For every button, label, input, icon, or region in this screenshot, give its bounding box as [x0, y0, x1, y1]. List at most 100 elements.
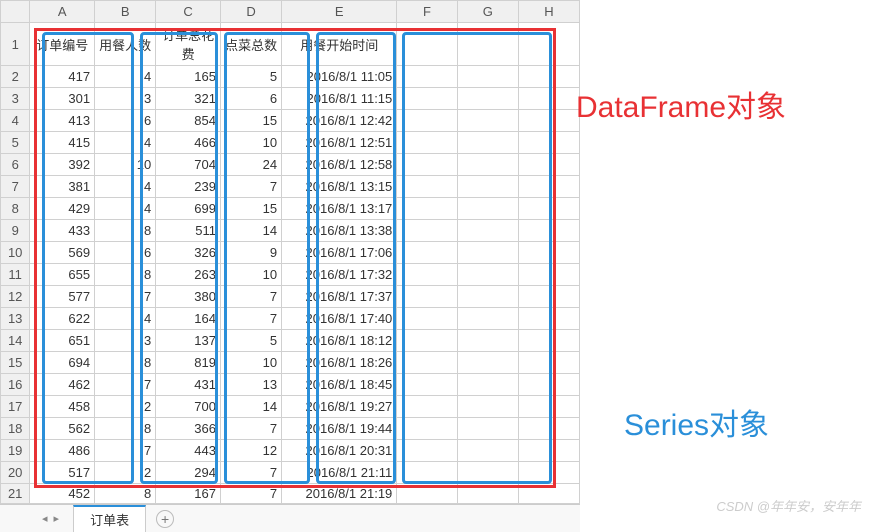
cell[interactable]: 452: [30, 484, 95, 504]
cell[interactable]: 10: [221, 264, 282, 286]
cell[interactable]: [397, 264, 458, 286]
cell[interactable]: [397, 352, 458, 374]
corner-cell[interactable]: [1, 1, 30, 23]
tab-nav-first-icon[interactable]: ◂: [40, 512, 50, 525]
cell[interactable]: [457, 154, 518, 176]
row-header[interactable]: 21: [1, 484, 30, 504]
cell[interactable]: 392: [30, 154, 95, 176]
row-header[interactable]: 12: [1, 286, 30, 308]
cell[interactable]: 2016/8/1 19:44: [282, 418, 397, 440]
cell[interactable]: [457, 440, 518, 462]
cell[interactable]: [457, 352, 518, 374]
cell[interactable]: 10: [221, 352, 282, 374]
cell[interactable]: [397, 330, 458, 352]
row-header[interactable]: 6: [1, 154, 30, 176]
cell[interactable]: 2016/8/1 13:17: [282, 198, 397, 220]
cell[interactable]: 4: [95, 66, 156, 88]
cell[interactable]: 2016/8/1 17:37: [282, 286, 397, 308]
cell[interactable]: [518, 88, 579, 110]
row-header[interactable]: 3: [1, 88, 30, 110]
col-header-a[interactable]: A: [30, 1, 95, 23]
sheet-tab-active[interactable]: 订单表: [73, 505, 146, 532]
cell[interactable]: 2016/8/1 11:15: [282, 88, 397, 110]
cell[interactable]: 301: [30, 88, 95, 110]
cell[interactable]: [457, 176, 518, 198]
cell[interactable]: 517: [30, 462, 95, 484]
cell[interactable]: 9: [221, 242, 282, 264]
cell[interactable]: 8: [95, 220, 156, 242]
add-sheet-button[interactable]: +: [156, 510, 174, 528]
cell[interactable]: 2016/8/1 13:38: [282, 220, 397, 242]
cell[interactable]: 3: [95, 330, 156, 352]
cell[interactable]: [457, 418, 518, 440]
row-header[interactable]: 4: [1, 110, 30, 132]
cell[interactable]: [457, 330, 518, 352]
cell[interactable]: [397, 374, 458, 396]
cell[interactable]: [397, 308, 458, 330]
cell[interactable]: [518, 374, 579, 396]
cell[interactable]: [518, 440, 579, 462]
row-header[interactable]: 16: [1, 374, 30, 396]
cell[interactable]: 7: [221, 308, 282, 330]
cell[interactable]: [397, 396, 458, 418]
cell[interactable]: [397, 484, 458, 504]
cell[interactable]: 413: [30, 110, 95, 132]
row-header[interactable]: 17: [1, 396, 30, 418]
cell[interactable]: 7: [221, 462, 282, 484]
cell[interactable]: 854: [156, 110, 221, 132]
cell[interactable]: [457, 132, 518, 154]
cell[interactable]: 3: [95, 88, 156, 110]
row-header[interactable]: 15: [1, 352, 30, 374]
cell[interactable]: [518, 198, 579, 220]
cell[interactable]: 8: [95, 418, 156, 440]
cell[interactable]: [457, 66, 518, 88]
cell[interactable]: 4: [95, 176, 156, 198]
cell[interactable]: 13: [221, 374, 282, 396]
cell[interactable]: 431: [156, 374, 221, 396]
cell[interactable]: [457, 23, 518, 66]
cell[interactable]: 700: [156, 396, 221, 418]
col-header-e[interactable]: E: [282, 1, 397, 23]
cell[interactable]: 366: [156, 418, 221, 440]
cell[interactable]: 15: [221, 198, 282, 220]
cell[interactable]: [518, 23, 579, 66]
cell[interactable]: 6: [95, 242, 156, 264]
row-header[interactable]: 5: [1, 132, 30, 154]
cell[interactable]: 2016/8/1 19:27: [282, 396, 397, 418]
cell[interactable]: [518, 352, 579, 374]
cell[interactable]: 164: [156, 308, 221, 330]
cell[interactable]: 14: [221, 396, 282, 418]
col-header-f[interactable]: F: [397, 1, 458, 23]
cell[interactable]: 699: [156, 198, 221, 220]
cell[interactable]: 381: [30, 176, 95, 198]
cell[interactable]: [457, 242, 518, 264]
cell[interactable]: 4: [95, 198, 156, 220]
cell[interactable]: [457, 88, 518, 110]
col-header-b[interactable]: B: [95, 1, 156, 23]
cell[interactable]: 用餐人数: [95, 23, 156, 66]
cell[interactable]: 12: [221, 440, 282, 462]
cell[interactable]: [457, 110, 518, 132]
row-header[interactable]: 2: [1, 66, 30, 88]
col-header-h[interactable]: H: [518, 1, 579, 23]
cell[interactable]: 417: [30, 66, 95, 88]
cell[interactable]: 651: [30, 330, 95, 352]
cell[interactable]: 380: [156, 286, 221, 308]
cell[interactable]: 2016/8/1 11:05: [282, 66, 397, 88]
cell[interactable]: 8: [95, 264, 156, 286]
col-header-g[interactable]: G: [457, 1, 518, 23]
cell[interactable]: 137: [156, 330, 221, 352]
cell[interactable]: 2016/8/1 21:11: [282, 462, 397, 484]
cell[interactable]: 7: [95, 374, 156, 396]
cell[interactable]: [518, 132, 579, 154]
cell[interactable]: 8: [95, 484, 156, 504]
cell[interactable]: 10: [221, 132, 282, 154]
cell[interactable]: 321: [156, 88, 221, 110]
cell[interactable]: 263: [156, 264, 221, 286]
cell[interactable]: [397, 66, 458, 88]
row-header[interactable]: 14: [1, 330, 30, 352]
cell[interactable]: 562: [30, 418, 95, 440]
cell[interactable]: 2016/8/1 12:58: [282, 154, 397, 176]
cell[interactable]: [518, 110, 579, 132]
cell[interactable]: 2016/8/1 21:19: [282, 484, 397, 504]
